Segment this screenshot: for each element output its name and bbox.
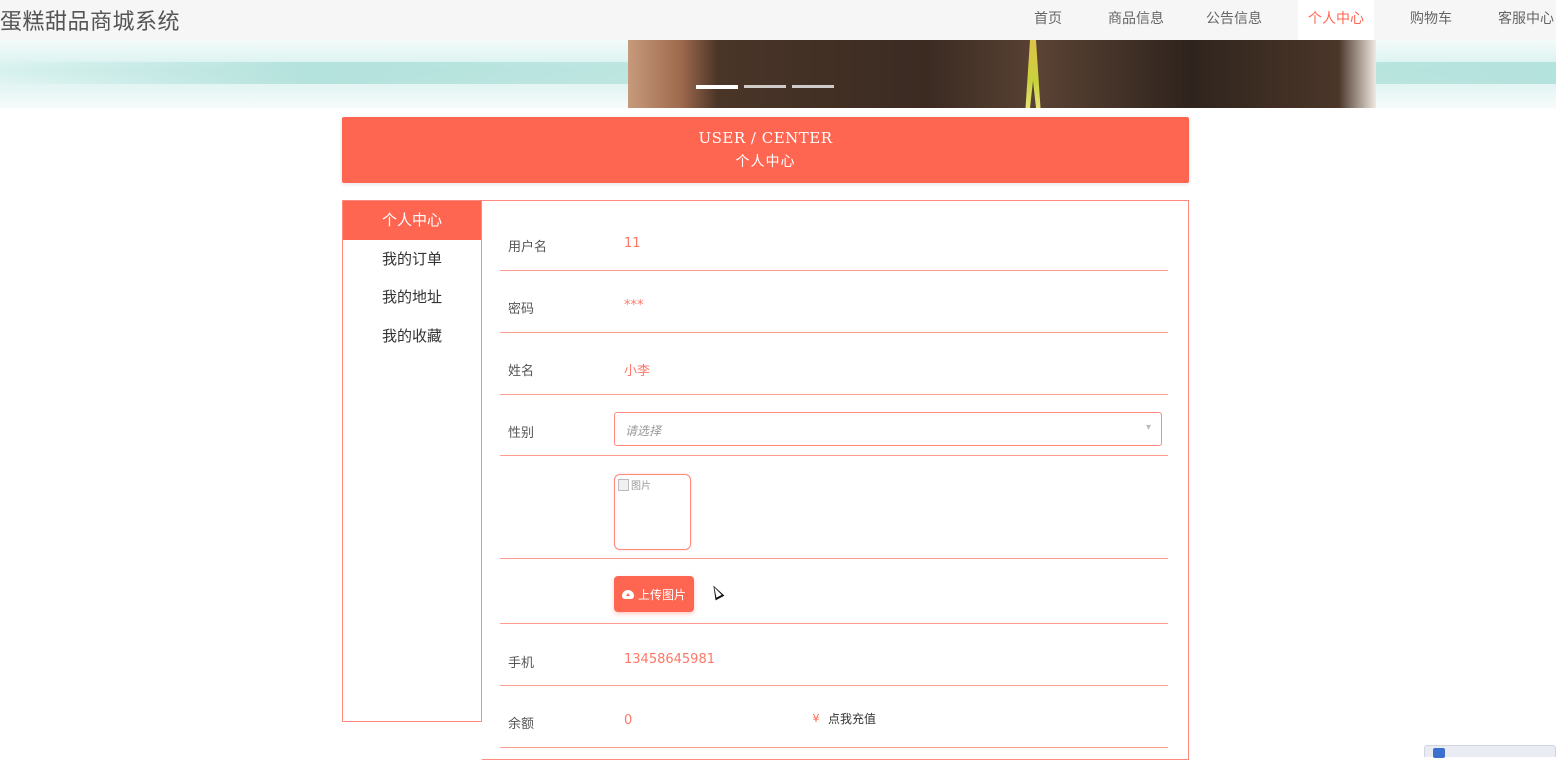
- nav-item-cart[interactable]: 购物车: [1400, 0, 1462, 40]
- name-value[interactable]: 小李: [624, 360, 650, 379]
- cloud-upload-icon: [621, 589, 634, 599]
- section-title-en: USER / CENTER: [698, 129, 833, 147]
- carousel-indicators: [696, 85, 834, 89]
- user-sidebar: 个人中心 我的订单 我的地址 我的收藏: [342, 200, 482, 722]
- username-label: 用户名: [508, 240, 548, 255]
- section-header: USER / CENTER 个人中心: [342, 117, 1189, 183]
- widget-icon: [1433, 748, 1445, 758]
- form-row-phone: 手机 13458645981: [500, 624, 1168, 686]
- upload-button-label: 上传图片: [637, 587, 686, 602]
- sidebar-item-user-center[interactable]: 个人中心: [343, 201, 481, 240]
- form-row-avatar: 图片: [500, 456, 1168, 559]
- form-row-upload: 上传图片: [500, 559, 1168, 624]
- floating-widget[interactable]: [1424, 745, 1556, 758]
- sidebar-item-orders[interactable]: 我的订单: [343, 240, 481, 279]
- yen-icon: ¥: [812, 711, 820, 725]
- nav-item-home[interactable]: 首页: [1024, 0, 1072, 40]
- gender-select-placeholder: 请选择: [625, 424, 662, 438]
- form-row-name: 姓名 小李: [500, 333, 1168, 395]
- carousel-indicator-1[interactable]: [696, 85, 738, 89]
- form-row-username: 用户名 11: [500, 201, 1168, 271]
- main-nav: 首页 商品信息 公告信息 个人中心 购物车 客服中心: [1024, 0, 1556, 40]
- carousel-indicator-3[interactable]: [792, 85, 834, 88]
- banner-image: [628, 40, 1376, 108]
- sidebar-item-favorites[interactable]: 我的收藏: [343, 317, 481, 356]
- profile-form: 用户名 11 密码 *** 姓名 小李 性别 请选择 ▾ 图片 上传图片 手机 …: [482, 200, 1189, 760]
- broken-image-icon: 图片: [618, 477, 651, 492]
- nav-item-products[interactable]: 商品信息: [1098, 0, 1174, 40]
- upload-image-button[interactable]: 上传图片: [614, 576, 694, 612]
- gender-select[interactable]: 请选择 ▾: [614, 412, 1162, 446]
- carousel-indicator-2[interactable]: [744, 85, 786, 88]
- phone-label: 手机: [508, 656, 535, 671]
- form-row-balance: 余额 0 ¥ 点我充值: [500, 686, 1168, 748]
- form-row-gender: 性别 请选择 ▾: [500, 395, 1168, 456]
- gender-label: 性别: [508, 426, 535, 441]
- nav-item-service[interactable]: 客服中心: [1488, 0, 1554, 40]
- banner-carousel[interactable]: [0, 40, 1556, 108]
- avatar-alt-text: 图片: [631, 481, 651, 492]
- balance-value: 0: [624, 713, 633, 728]
- form-row-password: 密码 ***: [500, 271, 1168, 333]
- section-title-cn: 个人中心: [735, 154, 796, 170]
- recharge-label: 点我充值: [828, 712, 877, 726]
- avatar-preview[interactable]: 图片: [614, 474, 691, 550]
- nav-item-notices[interactable]: 公告信息: [1196, 0, 1272, 40]
- name-label: 姓名: [508, 364, 535, 379]
- password-label: 密码: [508, 302, 535, 317]
- password-value[interactable]: ***: [624, 298, 644, 313]
- phone-value[interactable]: 13458645981: [624, 652, 715, 667]
- chevron-down-icon: ▾: [1145, 422, 1151, 433]
- username-value: 11: [624, 236, 641, 251]
- balance-label: 余额: [508, 717, 535, 732]
- banner-figure: [1025, 40, 1041, 108]
- site-title[interactable]: 蛋糕甜品商城系统: [0, 4, 180, 36]
- recharge-button[interactable]: ¥ 点我充值: [808, 710, 877, 727]
- top-navbar: 蛋糕甜品商城系统 首页 商品信息 公告信息 个人中心 购物车 客服中心: [0, 0, 1556, 40]
- nav-item-user-center[interactable]: 个人中心: [1298, 0, 1374, 40]
- sidebar-item-addresses[interactable]: 我的地址: [343, 278, 481, 317]
